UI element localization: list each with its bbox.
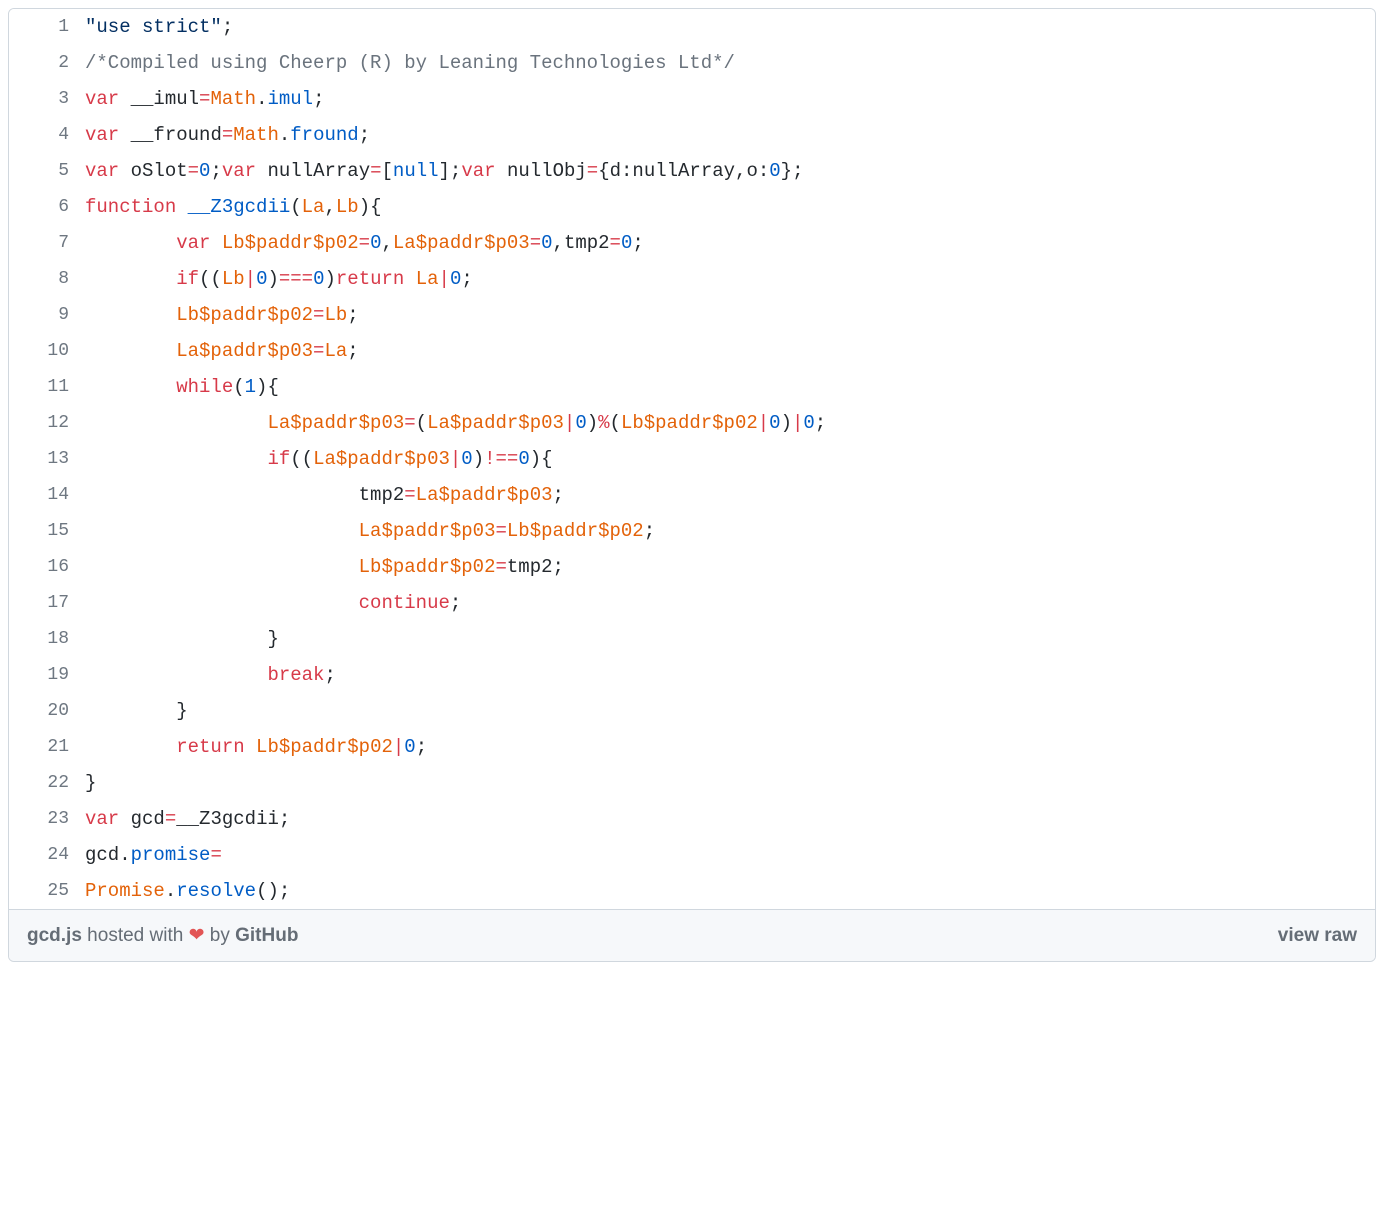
line-number[interactable]: 23 [9, 801, 85, 837]
line-number[interactable]: 24 [9, 837, 85, 873]
code-line: 22} [9, 765, 1375, 801]
gist-meta-bar: gcd.js hosted with ❤ by GitHub view raw [9, 909, 1375, 961]
code-content[interactable]: while(1){ [85, 369, 1375, 405]
code-content[interactable]: La$paddr$p03=Lb$paddr$p02; [85, 513, 1375, 549]
code-line: 17 continue; [9, 585, 1375, 621]
code-content[interactable]: function __Z3gcdii(La,Lb){ [85, 189, 1375, 225]
line-number[interactable]: 10 [9, 333, 85, 369]
github-link[interactable]: GitHub [235, 925, 298, 946]
code-line: 5var oSlot=0;var nullArray=[null];var nu… [9, 153, 1375, 189]
code-line: 9 Lb$paddr$p02=Lb; [9, 297, 1375, 333]
code-content[interactable]: La$paddr$p03=(La$paddr$p03|0)%(Lb$paddr$… [85, 405, 1375, 441]
code-content[interactable]: var oSlot=0;var nullArray=[null];var nul… [85, 153, 1375, 189]
line-number[interactable]: 3 [9, 81, 85, 117]
code-line: 19 break; [9, 657, 1375, 693]
code-line: 16 Lb$paddr$p02=tmp2; [9, 549, 1375, 585]
code-line: 4var __fround=Math.fround; [9, 117, 1375, 153]
code-content[interactable]: /*Compiled using Cheerp (R) by Leaning T… [85, 45, 1375, 81]
code-line: 2/*Compiled using Cheerp (R) by Leaning … [9, 45, 1375, 81]
line-number[interactable]: 2 [9, 45, 85, 81]
gist-filename-link[interactable]: gcd.js [27, 925, 82, 946]
heart-icon: ❤ [189, 925, 205, 946]
line-number[interactable]: 9 [9, 297, 85, 333]
code-content[interactable]: "use strict"; [85, 9, 1375, 45]
code-content[interactable]: continue; [85, 585, 1375, 621]
code-content[interactable]: break; [85, 657, 1375, 693]
code-line: 1"use strict"; [9, 9, 1375, 45]
code-content[interactable]: Promise.resolve(); [85, 873, 1375, 909]
code-line: 12 La$paddr$p03=(La$paddr$p03|0)%(Lb$pad… [9, 405, 1375, 441]
line-number[interactable]: 16 [9, 549, 85, 585]
code-line: 14 tmp2=La$paddr$p03; [9, 477, 1375, 513]
code-table: 1"use strict";2/*Compiled using Cheerp (… [9, 9, 1375, 909]
code-content[interactable]: var __imul=Math.imul; [85, 81, 1375, 117]
code-content[interactable]: Lb$paddr$p02=tmp2; [85, 549, 1375, 585]
line-number[interactable]: 18 [9, 621, 85, 657]
code-line: 25Promise.resolve(); [9, 873, 1375, 909]
code-content[interactable]: if((Lb|0)===0)return La|0; [85, 261, 1375, 297]
code-line: 20 } [9, 693, 1375, 729]
code-line: 8 if((Lb|0)===0)return La|0; [9, 261, 1375, 297]
line-number[interactable]: 17 [9, 585, 85, 621]
code-content[interactable]: var gcd=__Z3gcdii; [85, 801, 1375, 837]
line-number[interactable]: 5 [9, 153, 85, 189]
gist-meta-left: gcd.js hosted with ❤ by GitHub [27, 924, 298, 947]
code-line: 6function __Z3gcdii(La,Lb){ [9, 189, 1375, 225]
code-line: 15 La$paddr$p03=Lb$paddr$p02; [9, 513, 1375, 549]
code-area: 1"use strict";2/*Compiled using Cheerp (… [9, 9, 1375, 909]
code-line: 7 var Lb$paddr$p02=0,La$paddr$p03=0,tmp2… [9, 225, 1375, 261]
line-number[interactable]: 1 [9, 9, 85, 45]
code-line: 11 while(1){ [9, 369, 1375, 405]
line-number[interactable]: 20 [9, 693, 85, 729]
line-number[interactable]: 21 [9, 729, 85, 765]
code-line: 21 return Lb$paddr$p02|0; [9, 729, 1375, 765]
gist-container: 1"use strict";2/*Compiled using Cheerp (… [8, 8, 1376, 962]
code-content[interactable]: } [85, 765, 1375, 801]
line-number[interactable]: 12 [9, 405, 85, 441]
line-number[interactable]: 25 [9, 873, 85, 909]
line-number[interactable]: 13 [9, 441, 85, 477]
view-raw-link[interactable]: view raw [1278, 925, 1357, 946]
code-line: 3var __imul=Math.imul; [9, 81, 1375, 117]
code-content[interactable]: return Lb$paddr$p02|0; [85, 729, 1375, 765]
code-content[interactable]: gcd.promise= [85, 837, 1375, 873]
code-content[interactable]: if((La$paddr$p03|0)!==0){ [85, 441, 1375, 477]
code-content[interactable]: Lb$paddr$p02=Lb; [85, 297, 1375, 333]
line-number[interactable]: 14 [9, 477, 85, 513]
line-number[interactable]: 11 [9, 369, 85, 405]
line-number[interactable]: 7 [9, 225, 85, 261]
code-line: 18 } [9, 621, 1375, 657]
gist-meta-right: view raw [1278, 925, 1357, 947]
code-content[interactable]: var __fround=Math.fround; [85, 117, 1375, 153]
line-number[interactable]: 4 [9, 117, 85, 153]
line-number[interactable]: 6 [9, 189, 85, 225]
code-content[interactable]: tmp2=La$paddr$p03; [85, 477, 1375, 513]
code-line: 13 if((La$paddr$p03|0)!==0){ [9, 441, 1375, 477]
by-text: by [205, 925, 236, 946]
line-number[interactable]: 22 [9, 765, 85, 801]
code-content[interactable]: } [85, 693, 1375, 729]
line-number[interactable]: 8 [9, 261, 85, 297]
line-number[interactable]: 15 [9, 513, 85, 549]
code-line: 23var gcd=__Z3gcdii; [9, 801, 1375, 837]
line-number[interactable]: 19 [9, 657, 85, 693]
code-content[interactable]: La$paddr$p03=La; [85, 333, 1375, 369]
code-line: 24gcd.promise= [9, 837, 1375, 873]
code-content[interactable]: var Lb$paddr$p02=0,La$paddr$p03=0,tmp2=0… [85, 225, 1375, 261]
hosted-with-text: hosted with [82, 925, 189, 946]
code-line: 10 La$paddr$p03=La; [9, 333, 1375, 369]
code-content[interactable]: } [85, 621, 1375, 657]
